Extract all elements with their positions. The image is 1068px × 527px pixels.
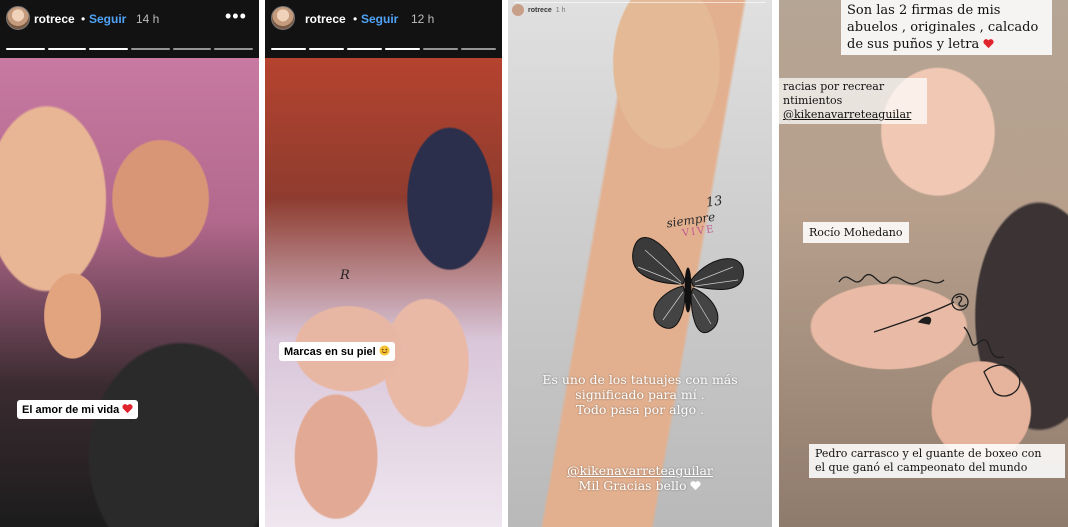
caption-text: Marcas en su piel: [284, 346, 376, 358]
story-header-text: Son las 2 firmas de mis abuelos , origin…: [841, 0, 1052, 55]
heart-icon: [983, 39, 994, 49]
username[interactable]: rotrece: [34, 12, 75, 26]
story-progress-bar: [6, 48, 254, 50]
repost-mention-link[interactable]: @kikenavarreteaguilar: [783, 108, 923, 122]
avatar: [512, 4, 524, 16]
separator-dot: •: [353, 12, 358, 26]
mention-link[interactable]: @kikenavarreteaguilar: [528, 463, 752, 478]
story-progress-bar: [271, 48, 496, 50]
story-header: rotrece • Seguir 14 h •••: [0, 0, 259, 58]
story-caption: Es uno de los tatuajes con más significa…: [528, 372, 752, 417]
header-line-2: abuelos , originales , calcado: [847, 20, 1039, 35]
header-line-3: de sus puños y letra: [847, 37, 980, 52]
repost-line-1: racias por recrear: [783, 80, 885, 93]
rocio-label: Rocío Mohedano: [803, 222, 909, 243]
follow-button[interactable]: Seguir: [361, 12, 398, 26]
story-panel-2: R rotrece • Seguir 12 h Marcas en su pie…: [265, 0, 502, 527]
timestamp: 1 h: [555, 6, 566, 14]
story-header: rotrece • Seguir 12 h: [265, 0, 502, 58]
footer-caption: Pedro carrasco y el guante de boxeo con …: [809, 444, 1065, 478]
username: rotrece: [528, 6, 552, 14]
more-options-icon[interactable]: •••: [225, 6, 247, 27]
story-panel-4: Son las 2 firmas de mis abuelos , origin…: [779, 0, 1068, 527]
timestamp: 14 h: [136, 12, 160, 26]
timestamp: 12 h: [411, 12, 435, 26]
caption-text: El amor de mi vida: [22, 404, 120, 416]
story-panel-3: rotrece 1 h 13 siempre VIVE Es uno de lo…: [508, 0, 772, 527]
white-heart-icon: [690, 481, 702, 491]
avatar[interactable]: [6, 6, 30, 30]
smile-emoji-icon: [379, 345, 390, 356]
username[interactable]: rotrece: [305, 12, 346, 26]
caption-line-1: Es uno de los tatuajes con más: [542, 372, 738, 387]
repost-line-2: ntimientos: [783, 94, 843, 107]
butterfly-icon: [632, 237, 744, 334]
story-mention: @kikenavarreteaguilar Mil Gracias bello: [528, 463, 752, 493]
signature-tattoos-icon: [838, 274, 1021, 397]
heart-icon: [122, 404, 133, 414]
couple-photo: [0, 58, 259, 527]
story-panel-1: rotrece • Seguir 14 h ••• El amor de mi …: [0, 0, 259, 527]
tattoo-number: 13: [705, 193, 724, 211]
caption-line-2: significado para mí .: [575, 387, 705, 402]
caption-line-3: Todo pasa por algo .: [575, 402, 705, 417]
header-line-1: Son las 2 firmas de mis: [847, 3, 1001, 18]
header-line-3-row: de sus puños y letra: [847, 36, 1046, 53]
avatar[interactable]: [271, 6, 295, 30]
reposted-story-header: rotrece 1 h: [512, 4, 565, 16]
footer-line-1: Pedro carrasco y el guante de boxeo con: [815, 447, 1042, 460]
thanks-text: Mil Gracias bello: [578, 478, 687, 493]
footer-line-2: el que ganó el campeonato del mundo: [815, 461, 1028, 474]
thanks-line: Mil Gracias bello: [528, 478, 752, 493]
follow-button[interactable]: Seguir: [89, 12, 126, 26]
caption-sticker: El amor de mi vida: [17, 400, 139, 419]
caption-sticker: Marcas en su piel: [279, 342, 395, 361]
story-progress-bar: [514, 2, 766, 3]
separator-dot: •: [81, 12, 86, 26]
repost-sticker: racias por recrear ntimientos @kikenavar…: [779, 78, 927, 124]
hand-tattoo-photo: [265, 58, 502, 527]
small-tattoo-letter: R: [340, 268, 350, 283]
